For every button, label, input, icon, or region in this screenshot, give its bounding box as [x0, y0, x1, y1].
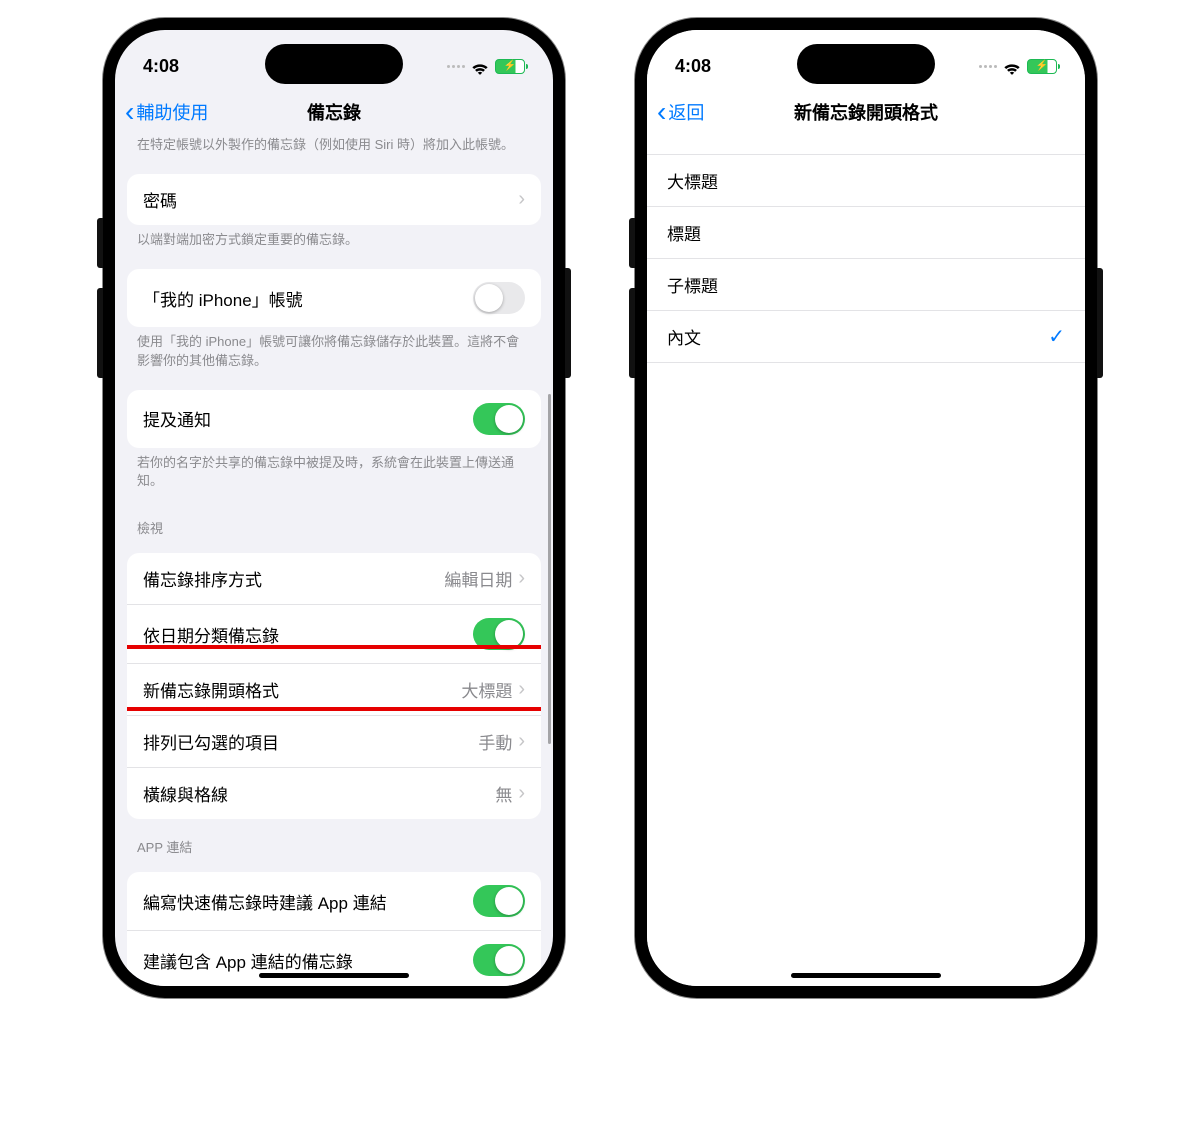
- nav-bar: ‹ 輔助使用 備忘錄: [115, 88, 553, 136]
- mention-row[interactable]: 提及通知: [127, 390, 541, 448]
- checked-items-label: 排列已勾選的項目: [143, 729, 279, 754]
- checkmark-icon: ✓: [1048, 324, 1065, 349]
- chevron-right-icon: ›: [518, 678, 525, 701]
- screen-left: 4:08 ⚡ ‹ 輔助使用 備忘錄 在特定帳號以外製作的備忘錄（例如使用 Sir…: [115, 30, 553, 986]
- iphone-account-group: 「我的 iPhone」帳號: [127, 269, 541, 327]
- nav-title: 備忘錄: [307, 99, 361, 125]
- chevron-right-icon: ›: [518, 567, 525, 590]
- view-header: 檢視: [115, 500, 553, 543]
- new-note-format-label: 新備忘錄開頭格式: [143, 677, 279, 702]
- lines-grids-label: 橫線與格線: [143, 781, 228, 806]
- option-heading[interactable]: 標題: [647, 206, 1085, 258]
- new-note-format-value: 大標題: [461, 677, 512, 702]
- mention-toggle[interactable]: [473, 403, 525, 435]
- checked-items-row[interactable]: 排列已勾選的項目 手動 ›: [127, 715, 541, 767]
- cellular-dots-icon: [979, 65, 997, 68]
- option-body[interactable]: 內文 ✓: [647, 310, 1085, 362]
- status-icons: ⚡: [979, 59, 1057, 74]
- quick-note-links-row[interactable]: 編寫快速備忘錄時建議 App 連結: [127, 872, 541, 930]
- iphone-account-footnote: 使用「我的 iPhone」帳號可讓你將備忘錄儲存於此裝置。這將不會影響你的其他備…: [115, 327, 553, 379]
- default-account-footnote: 在特定帳號以外製作的備忘錄（例如使用 Siri 時）將加入此帳號。: [115, 136, 553, 164]
- app-link-header: APP 連結: [115, 819, 553, 862]
- quick-note-links-label: 編寫快速備忘錄時建議 App 連結: [143, 889, 387, 914]
- password-footnote: 以端對端加密方式鎖定重要的備忘錄。: [115, 225, 553, 259]
- format-option-list: 大標題 標題 子標題 內文 ✓: [647, 154, 1085, 363]
- phone-frame-left: 4:08 ⚡ ‹ 輔助使用 備忘錄 在特定帳號以外製作的備忘錄（例如使用 Sir…: [103, 18, 565, 998]
- wifi-icon: [471, 60, 489, 73]
- iphone-account-toggle[interactable]: [473, 282, 525, 314]
- home-indicator[interactable]: [259, 973, 409, 978]
- status-icons: ⚡: [447, 59, 525, 74]
- chevron-right-icon: ›: [518, 730, 525, 753]
- nav-back-button[interactable]: ‹ 輔助使用: [125, 98, 208, 126]
- iphone-account-row[interactable]: 「我的 iPhone」帳號: [127, 269, 541, 327]
- format-options-content: 大標題 標題 子標題 內文 ✓: [647, 136, 1085, 986]
- status-time: 4:08: [143, 56, 179, 77]
- iphone-account-label: 「我的 iPhone」帳號: [143, 286, 303, 311]
- nav-back-button[interactable]: ‹ 返回: [657, 98, 704, 126]
- checked-items-value: 手動: [478, 729, 512, 754]
- settings-scroll[interactable]: 在特定帳號以外製作的備忘錄（例如使用 Siri 時）將加入此帳號。 密碼 › 以…: [115, 136, 553, 986]
- password-group: 密碼 ›: [127, 174, 541, 225]
- view-group: 備忘錄排序方式 編輯日期 › 依日期分類備忘錄 新備忘錄開頭格式 大標題 ›: [127, 553, 541, 819]
- password-row[interactable]: 密碼 ›: [127, 174, 541, 225]
- password-label: 密碼: [143, 187, 177, 212]
- sort-notes-value: 編輯日期: [444, 566, 512, 591]
- app-link-group: 編寫快速備忘錄時建議 App 連結 建議包含 App 連結的備忘錄: [127, 872, 541, 986]
- dynamic-island: [797, 44, 935, 84]
- wifi-icon: [1003, 60, 1021, 73]
- chevron-right-icon: ›: [518, 188, 525, 211]
- suggest-linked-notes-label: 建議包含 App 連結的備忘錄: [143, 948, 353, 973]
- home-indicator[interactable]: [791, 973, 941, 978]
- suggest-linked-notes-toggle[interactable]: [473, 944, 525, 976]
- option-title[interactable]: 大標題: [647, 155, 1085, 206]
- status-time: 4:08: [675, 56, 711, 77]
- chevron-right-icon: ›: [518, 782, 525, 805]
- screen-right: 4:08 ⚡ ‹ 返回 新備忘錄開頭格式 大標題 標題: [647, 30, 1085, 986]
- nav-bar: ‹ 返回 新備忘錄開頭格式: [647, 88, 1085, 136]
- nav-back-label: 返回: [668, 99, 704, 125]
- phone-frame-right: 4:08 ⚡ ‹ 返回 新備忘錄開頭格式 大標題 標題: [635, 18, 1097, 998]
- group-by-date-row[interactable]: 依日期分類備忘錄: [127, 604, 541, 663]
- option-label: 內文: [667, 324, 701, 349]
- lines-grids-value: 無: [495, 781, 512, 806]
- quick-note-links-toggle[interactable]: [473, 885, 525, 917]
- mention-label: 提及通知: [143, 406, 211, 431]
- dynamic-island: [265, 44, 403, 84]
- chevron-left-icon: ‹: [125, 98, 134, 126]
- option-subheading[interactable]: 子標題: [647, 258, 1085, 310]
- lines-grids-row[interactable]: 橫線與格線 無 ›: [127, 767, 541, 819]
- mention-group: 提及通知: [127, 390, 541, 448]
- mention-footnote: 若你的名字於共享的備忘錄中被提及時，系統會在此裝置上傳送通知。: [115, 448, 553, 500]
- nav-back-label: 輔助使用: [136, 99, 208, 125]
- option-label: 子標題: [667, 272, 718, 297]
- scrollbar[interactable]: [548, 394, 551, 744]
- chevron-left-icon: ‹: [657, 98, 666, 126]
- option-label: 標題: [667, 220, 701, 245]
- sort-notes-label: 備忘錄排序方式: [143, 566, 262, 591]
- battery-icon: ⚡: [1027, 59, 1057, 74]
- cellular-dots-icon: [447, 65, 465, 68]
- nav-title: 新備忘錄開頭格式: [794, 99, 938, 125]
- new-note-format-row[interactable]: 新備忘錄開頭格式 大標題 ›: [127, 663, 541, 715]
- group-by-date-toggle[interactable]: [473, 618, 525, 650]
- group-by-date-label: 依日期分類備忘錄: [143, 622, 279, 647]
- sort-notes-row[interactable]: 備忘錄排序方式 編輯日期 ›: [127, 553, 541, 604]
- battery-icon: ⚡: [495, 59, 525, 74]
- option-label: 大標題: [667, 168, 718, 193]
